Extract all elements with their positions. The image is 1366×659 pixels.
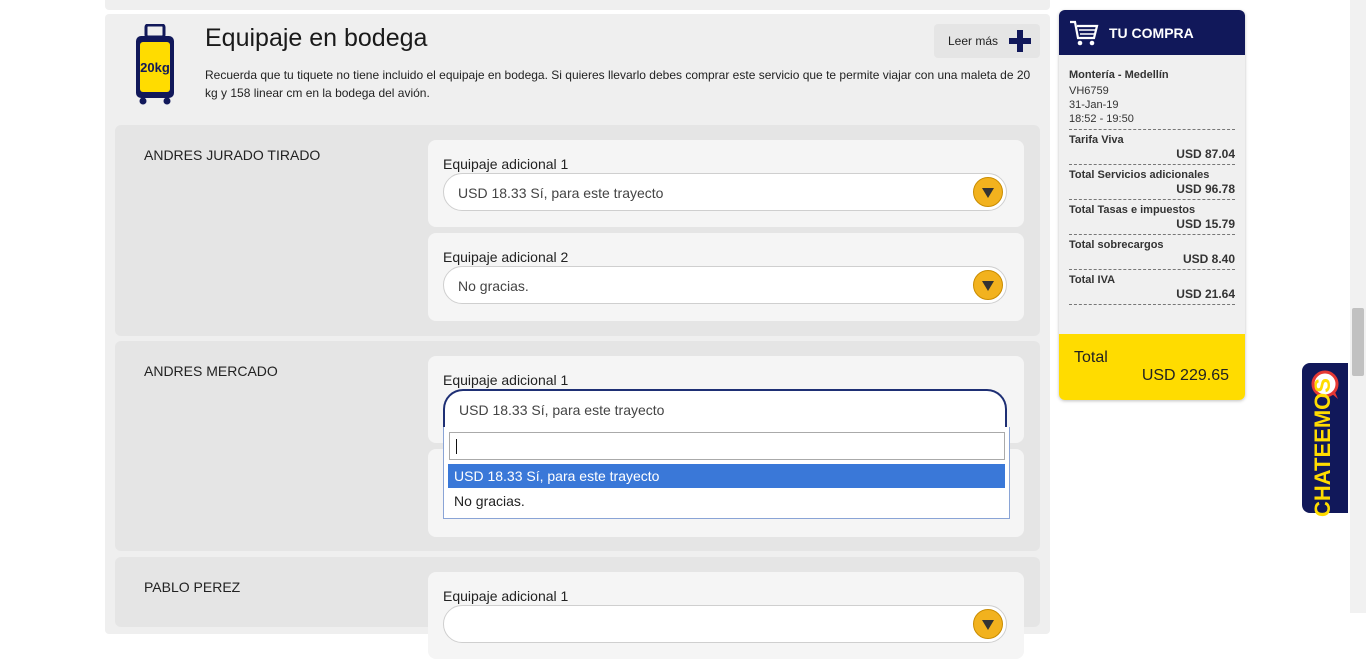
passenger-name: ANDRES JURADO TIRADO [144,147,321,163]
passenger-card: ANDRES JURADO TIRADO Equipaje adicional … [115,125,1040,336]
scrollbar-thumb[interactable] [1352,308,1364,376]
passenger-name: ANDRES MERCADO [144,363,278,379]
cart-icon [1070,20,1099,46]
section-description: Recuerda que tu tiquete no tiene incluid… [205,68,1031,100]
chevron-down-icon[interactable] [973,270,1003,300]
total-value: USD 229.65 [1141,367,1229,384]
select-value: No gracias. [458,278,529,294]
select-value: USD 18.33 Sí, para este trayecto [458,185,664,201]
baggage-option-label: Equipaje adicional 1 [443,588,569,604]
read-more-label: Leer más [948,34,999,48]
summary-route: Montería - Medellín [1069,69,1169,81]
read-more-button[interactable]: Leer más [934,24,1040,58]
dropdown-search-input[interactable] [449,432,1005,460]
summary-header: TU COMPRA [1059,10,1245,55]
baggage-option: Equipaje adicional 1 [428,572,1024,659]
chevron-down-icon[interactable] [973,609,1003,639]
summary-item: Total Tasas e impuestos USD 15.79 [1069,204,1235,231]
select-dropdown: USD 18.33 Sí, para este trayecto No grac… [443,427,1010,519]
suitcase-icon: 20kg [136,24,174,105]
summary-date: 31-Jan-19 [1069,99,1119,111]
baggage-select[interactable] [443,605,1007,643]
passenger-name: PABLO PEREZ [144,579,241,595]
passenger-card: PABLO PEREZ Equipaje adicional 1 [115,557,1040,659]
total-label: Total [1074,349,1108,366]
summary-item: Tarifa Viva USD 87.04 [1069,134,1235,161]
chat-widget-button[interactable]: CHATEEMOS [1302,363,1348,517]
baggage-option-label: Equipaje adicional 1 [443,372,569,388]
dropdown-option[interactable]: USD 18.33 Sí, para este trayecto [448,464,1005,488]
section-title: Equipaje en bodega [205,24,428,52]
summary-title: TU COMPRA [1109,25,1194,41]
baggage-select[interactable]: No gracias. [443,266,1007,304]
scrollbar-track[interactable] [1350,0,1366,613]
baggage-select-open[interactable]: USD 18.33 Sí, para este trayecto [443,389,1007,429]
summary-item: Total sobrecargos USD 8.40 [1069,239,1235,266]
suitcase-badge: 20kg [140,60,170,75]
baggage-option: Equipaje adicional 1 USD 18.33 Sí, para … [428,140,1024,227]
chevron-down-icon[interactable] [973,177,1003,207]
summary-item: Total IVA USD 21.64 [1069,274,1235,301]
purchase-summary: TU COMPRA Montería - Medellín VH6759 31-… [1059,10,1245,400]
summary-time: 18:52 - 19:50 [1069,113,1134,125]
summary-flight: VH6759 [1069,85,1109,97]
baggage-option: Equipaje adicional 2 No gracias. [428,233,1024,321]
chat-label: CHATEEMOS [1310,378,1335,517]
text-caret [456,439,457,454]
dropdown-option[interactable]: No gracias. [448,489,1005,513]
previous-card-edge [105,0,1050,10]
summary-total: Total USD 229.65 [1059,334,1245,400]
select-value: USD 18.33 Sí, para este trayecto [459,402,665,418]
summary-item: Total Servicios adicionales USD 96.78 [1069,169,1235,196]
baggage-option-label: Equipaje adicional 1 [443,156,569,172]
baggage-select[interactable]: USD 18.33 Sí, para este trayecto [443,173,1007,211]
plus-icon [1009,30,1031,52]
baggage-option-label: Equipaje adicional 2 [443,249,569,265]
